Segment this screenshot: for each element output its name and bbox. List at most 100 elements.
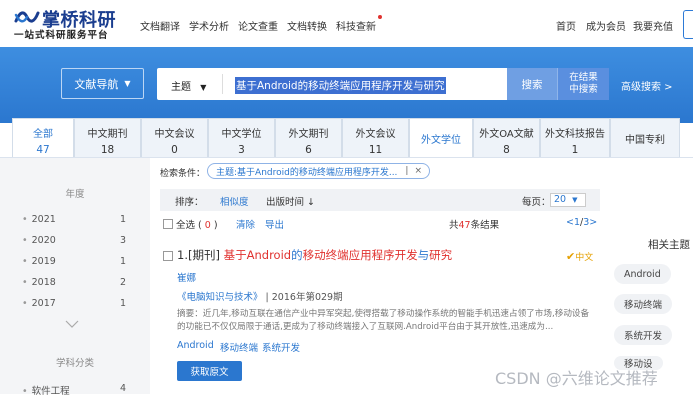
tab-cn-journal[interactable]: 中文期刊 18 xyxy=(74,118,141,157)
year-count: 3 xyxy=(119,235,126,246)
sort-label: 排序： xyxy=(175,197,204,208)
select-all-label[interactable]: 全选 ( 0 ) xyxy=(176,217,218,231)
search-button[interactable]: 搜索 xyxy=(507,68,557,100)
tab-count: 8 xyxy=(503,144,510,156)
nav-plagiarism[interactable]: 论文查重 xyxy=(238,18,278,33)
nav-novelty-label: 科技查新 xyxy=(336,22,376,33)
page-current[interactable]: <1 xyxy=(566,217,580,228)
tab-label: 外文学位 xyxy=(421,135,461,146)
search-input[interactable]: 基于Android的移动终端应用程序开发与研究 xyxy=(235,77,446,94)
in-result-line2: 中搜索 xyxy=(569,84,598,95)
nav-novelty[interactable]: 科技查新 xyxy=(336,15,382,33)
nav-convert[interactable]: 文档转换 xyxy=(287,18,327,33)
related-topic-tag[interactable]: 移动终端 xyxy=(614,294,673,314)
subject-count: 4 xyxy=(119,383,126,394)
clear-button[interactable]: 清除 xyxy=(236,217,255,231)
sort-by-relevance[interactable]: 相似度 xyxy=(220,194,249,208)
close-icon[interactable]: × xyxy=(414,166,422,176)
result-author[interactable]: 崔娜 xyxy=(177,270,196,284)
year-label: 2018 xyxy=(31,277,56,288)
chevron-down-icon[interactable] xyxy=(64,319,80,329)
advanced-search-link[interactable]: 高级搜索 > xyxy=(621,78,673,93)
tab-label: 中文期刊 xyxy=(87,129,128,140)
advanced-search-label: 高级搜索 xyxy=(621,82,661,93)
in-result-line1: 在结果 xyxy=(569,72,598,83)
nav-recharge[interactable]: 我要充值 xyxy=(633,18,673,33)
subject-facet-title: 学科分类 xyxy=(55,358,94,369)
search-field-label: 主题 xyxy=(171,82,191,93)
search-in-results-button[interactable]: 在结果 中搜索 xyxy=(557,68,609,100)
related-topic-tag[interactable]: 系统开发 xyxy=(614,325,673,345)
source-separator: | xyxy=(262,292,272,303)
caret-down-icon: ▼ xyxy=(200,83,207,92)
year-facet-item[interactable]: • 2019 1 xyxy=(22,256,126,267)
tab-count: 47 xyxy=(36,144,50,156)
year-label: 2017 xyxy=(31,298,56,309)
title-text: 的 xyxy=(291,248,303,262)
tab-label: 外文会议 xyxy=(355,129,396,140)
result-source: 《电脑知识与技术》 | 2016年第029期 xyxy=(177,289,343,303)
title-highlight: 研究 xyxy=(429,248,453,262)
tab-label: 中国专利 xyxy=(625,135,665,146)
keyword-link[interactable]: 移动终端 xyxy=(220,340,258,354)
tab-cn-conference[interactable]: 中文会议 0 xyxy=(141,118,208,157)
divider xyxy=(222,74,223,94)
related-topic-tag[interactable]: Android xyxy=(614,264,671,284)
nav-home[interactable]: 首页 xyxy=(556,18,576,33)
keyword-link[interactable]: 系统开发 xyxy=(262,340,300,354)
nav-membership[interactable]: 成为会员 xyxy=(586,18,626,33)
tab-label: 外文OA文献 xyxy=(479,129,534,140)
get-fulltext-button[interactable]: 获取原文 xyxy=(177,361,242,381)
subject-facet-item[interactable]: • 软件工程 4 xyxy=(22,383,126,397)
tab-cn-thesis[interactable]: 中文学位 3 xyxy=(208,118,275,157)
selected-count: ( 0 ) xyxy=(195,220,218,231)
export-button[interactable]: 导出 xyxy=(265,217,284,231)
page-total[interactable]: 3> xyxy=(583,217,597,228)
year-facet-item[interactable]: • 2018 2 xyxy=(22,277,126,288)
tab-count: 18 xyxy=(100,144,115,156)
tab-foreign-report[interactable]: 外文科技报告 1 xyxy=(540,118,610,157)
per-page-select[interactable]: 20 ▼ xyxy=(550,193,586,207)
tab-foreign-journal[interactable]: 外文期刊 6 xyxy=(275,118,342,157)
caret-down-icon: ▼ xyxy=(572,196,578,204)
tab-foreign-oa[interactable]: 外文OA文献 8 xyxy=(473,118,540,157)
result-checkbox[interactable] xyxy=(163,251,173,261)
tab-count: 1 xyxy=(571,144,579,156)
year-facet-title: 年度 xyxy=(65,189,85,200)
tab-label: 中文学位 xyxy=(221,129,262,140)
year-count: 1 xyxy=(119,214,126,225)
nav-analysis[interactable]: 学术分析 xyxy=(189,18,229,33)
literature-nav-dropdown[interactable]: 文献导航 ▼ xyxy=(61,68,144,99)
tab-foreign-conference[interactable]: 外文会议 11 xyxy=(342,118,409,157)
result-journal[interactable]: 《电脑知识与技术》 xyxy=(177,292,263,303)
year-count: 2 xyxy=(119,277,126,288)
year-label: 2019 xyxy=(31,256,56,267)
nav-translate[interactable]: 文档翻译 xyxy=(140,18,180,33)
login-button[interactable] xyxy=(683,10,693,39)
filter-condition-chip[interactable]: 主题:基于Android的移动终端应用程序开发... | × xyxy=(207,163,430,179)
new-dot-icon xyxy=(378,15,382,19)
result-index-type: 1.[期刊] xyxy=(177,248,224,262)
check-badge-icon: ✔ xyxy=(566,250,576,263)
search-field-select[interactable]: 主题 ▼ xyxy=(171,78,206,93)
tab-foreign-thesis[interactable]: 外文学位 xyxy=(409,118,473,157)
tab-label: 外文科技报告 xyxy=(545,129,605,140)
tab-count: 3 xyxy=(238,144,245,156)
logo-icon xyxy=(14,11,40,23)
tab-cn-patent[interactable]: 中国专利 xyxy=(610,118,680,157)
sort-by-date[interactable]: 出版时间 ↓ xyxy=(266,194,315,208)
result-issue: 2016年第029期 xyxy=(271,292,343,303)
chip-separator: | xyxy=(405,166,409,176)
per-page-value: 20 xyxy=(554,194,567,205)
bullet-icon: • xyxy=(22,298,28,309)
year-facet-item[interactable]: • 2020 3 xyxy=(22,235,126,246)
bullet-icon: • xyxy=(22,235,28,246)
pagination[interactable]: <1/3> xyxy=(566,217,597,228)
select-all-checkbox[interactable] xyxy=(163,219,173,229)
year-facet-item[interactable]: • 2017 1 xyxy=(22,298,126,309)
result-abstract: 摘要：近几年,移动互联在通信产业中异军突起,使得搭载了移动操作系统的智能手机迅速… xyxy=(177,309,590,332)
tab-all[interactable]: 全部 47 xyxy=(12,118,74,157)
year-facet-item[interactable]: • 2021 1 xyxy=(22,214,126,225)
keyword-link[interactable]: Android xyxy=(177,340,214,351)
result-title[interactable]: 1.[期刊] 基于Android的移动终端应用程序开发与研究 xyxy=(177,247,452,263)
